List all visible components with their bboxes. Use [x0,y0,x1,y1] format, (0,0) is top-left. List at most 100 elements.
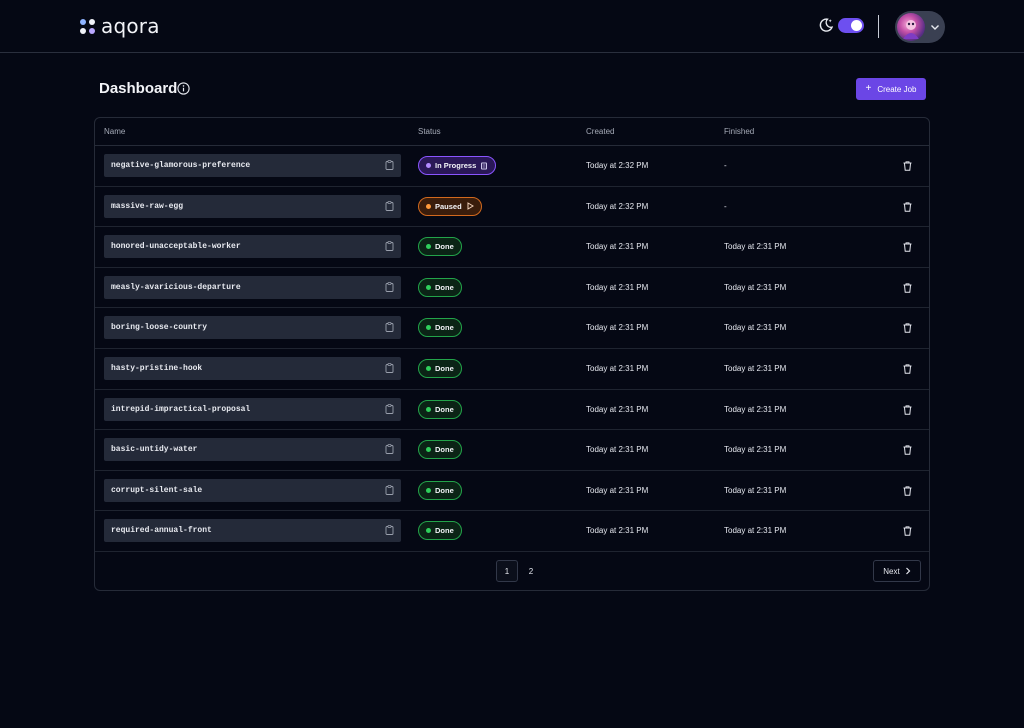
clipboard-icon[interactable] [385,322,394,333]
job-name: measly-avaricious-departure [111,282,241,292]
page-button-2[interactable]: 2 [520,560,542,582]
table-row[interactable]: boring-loose-country Done Today at 2:31 PM… [95,308,929,349]
user-menu-button[interactable] [895,11,945,43]
avatar [897,13,925,41]
table-row[interactable]: negative-glamorous-preference In Progress… [95,146,929,187]
job-name-field: basic-untidy-water [104,438,401,462]
table-row[interactable]: hasty-pristine-hook Done Today at 2:31 PM T… [95,349,929,390]
clipboard-icon[interactable] [385,363,394,373]
job-name: corrupt-silent-sale [111,485,203,495]
status-badge: Done [418,359,462,378]
created-time: Today at 2:31 PM [586,364,649,373]
created-time: Today at 2:31 PM [586,242,649,252]
job-name: boring-loose-country [111,323,208,333]
created-time: Today at 2:31 PM [586,282,649,292]
trash-icon[interactable] [903,526,912,537]
clipboard-icon[interactable] [385,241,394,252]
job-name-field: honored-unacceptable-worker [104,235,401,259]
job-name: basic-untidy-water [111,445,198,455]
status-label: Done [435,485,454,495]
info-icon[interactable] [177,82,190,95]
next-page-button[interactable]: Next [873,560,921,582]
table-row[interactable]: corrupt-silent-sale Done Today at 2:31 PM T… [95,471,929,512]
finished-time: Today at 2:31 PM [724,404,787,414]
trash-icon[interactable] [903,283,912,293]
table-row[interactable]: honored-unacceptable-worker Done Today at … [95,227,929,268]
clipboard-icon[interactable] [385,403,394,414]
table-row[interactable]: required-annual-front Done Today at 2:31 P… [95,511,929,552]
status-dot [426,487,431,493]
created-time: Today at 2:31 PM [586,485,649,495]
finished-time: Today at 2:31 PM [724,364,787,373]
status-badge: Done [418,440,462,460]
clipboard-icon[interactable] [385,525,394,536]
table-row[interactable]: measly-avaricious-departure Done Today at … [95,268,929,309]
clipboard-icon[interactable] [385,281,394,292]
column-header-created[interactable]: Created [586,127,614,136]
column-header-finished[interactable]: Finished [724,127,754,136]
status-label: Paused [435,201,462,211]
trash-icon[interactable] [903,242,912,252]
table-row[interactable]: basic-untidy-water Done Today at 2:31 PM To… [95,430,929,471]
theme-toggle[interactable] [838,17,864,33]
finished-time: Today at 2:31 PM [724,526,787,536]
app-name: aqora [101,14,160,38]
status-label: Done [435,526,454,536]
chevron-down-icon [931,25,939,30]
clipboard-icon[interactable] [385,160,394,170]
trash-icon[interactable] [903,323,912,334]
divider [878,15,879,38]
clipboard-icon[interactable] [385,444,394,455]
status-badge: Done [418,237,462,257]
theme-switcher [818,17,864,33]
stop-icon[interactable] [480,162,488,170]
column-header-status[interactable]: Status [418,127,441,136]
status-dot [426,528,431,534]
job-name-field: hasty-pristine-hook [104,357,401,380]
clipboard-icon[interactable] [385,200,394,211]
column-header-name[interactable]: Name [104,127,125,136]
job-name: hasty-pristine-hook [111,364,203,373]
pagination: 1 2 Next [95,552,929,592]
created-time: Today at 2:32 PM [586,201,649,211]
finished-time: Today at 2:31 PM [724,485,787,495]
moon-icon [819,18,834,32]
created-time: Today at 2:31 PM [586,404,649,414]
created-time: Today at 2:31 PM [586,323,649,333]
app-logo[interactable]: aqora [80,13,160,39]
finished-time: - [724,161,727,170]
page-button-1[interactable]: 1 [496,560,518,582]
logo-icon [80,18,95,34]
job-name-field: negative-glamorous-preference [104,154,401,177]
created-time: Today at 2:32 PM [586,161,649,170]
status-dot [426,325,431,331]
status-label: Done [435,364,454,373]
status-badge: In Progress [418,156,497,175]
table-row[interactable]: intrepid-impractical-proposal Done Today a… [95,390,929,431]
trash-icon[interactable] [903,364,912,374]
job-name: honored-unacceptable-worker [111,242,241,252]
status-label: Done [435,323,454,333]
job-name: massive-raw-egg [111,201,184,211]
trash-icon[interactable] [903,445,912,455]
status-label: Done [435,282,454,292]
chevron-right-icon [905,567,911,575]
status-label: Done [435,242,454,252]
next-label: Next [883,566,900,576]
create-job-button[interactable]: + Create Job [856,78,926,100]
status-label: Done [435,404,454,414]
status-dot [426,163,431,168]
play-icon[interactable] [466,202,474,210]
finished-time: Today at 2:31 PM [724,242,787,252]
trash-icon[interactable] [903,161,912,171]
trash-icon[interactable] [903,486,912,496]
trash-icon[interactable] [903,404,912,415]
status-label: Done [435,445,454,455]
table-header: Name Status Created Finished [95,118,929,146]
created-time: Today at 2:31 PM [586,445,649,455]
top-bar: aqora [0,0,1024,53]
table-row[interactable]: massive-raw-egg Paused Today at 2:32 PM - [95,187,929,228]
trash-icon[interactable] [903,201,912,212]
finished-time: - [724,201,727,211]
clipboard-icon[interactable] [385,484,394,495]
